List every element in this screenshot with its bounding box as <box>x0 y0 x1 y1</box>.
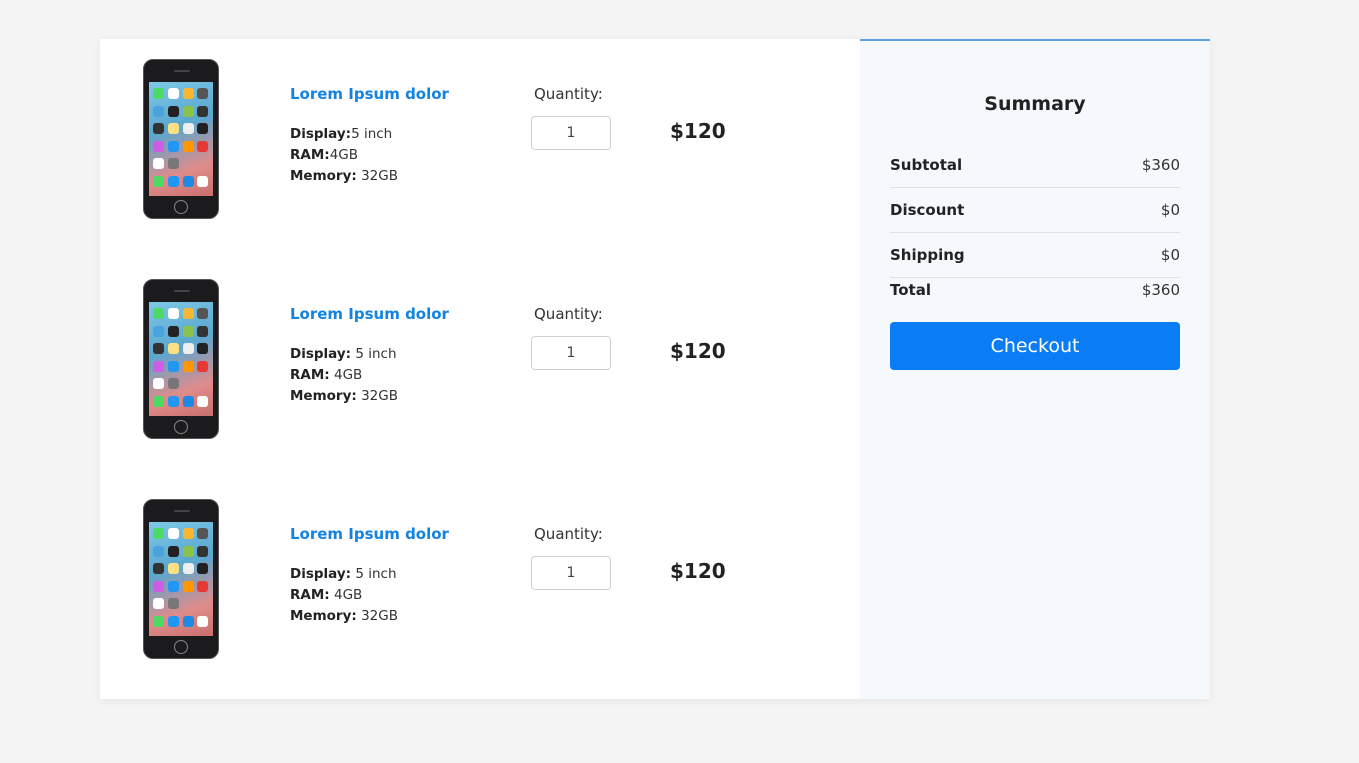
divider <box>890 232 1180 233</box>
summary-label: Subtotal <box>890 156 963 174</box>
product-specs: Display:5 inch RAM:4GB Memory: 32GB <box>290 124 398 187</box>
quantity-input[interactable] <box>531 116 611 150</box>
cart-item: Lorem Ipsum dolor Display: 5 inch RAM: 4… <box>100 259 860 439</box>
order-summary-panel: Summary Subtotal $360 Discount $0 Shippi… <box>860 39 1210 699</box>
summary-label: Shipping <box>890 246 965 264</box>
spec-ram: RAM: 4GB <box>290 367 363 383</box>
product-specs: Display: 5 inch RAM: 4GB Memory: 32GB <box>290 344 398 407</box>
quantity-label: Quantity: <box>534 305 603 323</box>
summary-value: $0 <box>1160 246 1180 264</box>
checkout-button[interactable]: Checkout <box>890 322 1180 370</box>
summary-row-total: Total $360 <box>890 281 1180 299</box>
product-specs: Display: 5 inch RAM: 4GB Memory: 32GB <box>290 564 398 627</box>
summary-row-discount: Discount $0 <box>890 201 1180 219</box>
cart-item: Lorem Ipsum dolor Display: 5 inch RAM: 4… <box>100 479 860 659</box>
spec-ram: RAM: 4GB <box>290 587 363 603</box>
quantity-input[interactable] <box>531 556 611 590</box>
product-image <box>143 499 219 659</box>
product-image <box>143 279 219 439</box>
item-price: $120 <box>670 339 726 363</box>
spec-memory: Memory: 32GB <box>290 168 398 184</box>
phone-icon <box>143 499 219 659</box>
spec-memory: Memory: 32GB <box>290 608 398 624</box>
summary-row-shipping: Shipping $0 <box>890 246 1180 264</box>
summary-label: Total <box>890 281 931 299</box>
cart-card: Lorem Ipsum dolor Display:5 inch RAM:4GB… <box>100 39 1210 699</box>
quantity-label: Quantity: <box>534 85 603 103</box>
item-price: $120 <box>670 119 726 143</box>
spec-ram: RAM:4GB <box>290 147 358 163</box>
spec-memory: Memory: 32GB <box>290 388 398 404</box>
product-image <box>143 59 219 219</box>
cart-items-list: Lorem Ipsum dolor Display:5 inch RAM:4GB… <box>100 39 860 699</box>
summary-title: Summary <box>984 93 1086 115</box>
cart-item: Lorem Ipsum dolor Display:5 inch RAM:4GB… <box>100 39 860 219</box>
phone-icon <box>143 59 219 219</box>
spec-display: Display: 5 inch <box>290 566 397 582</box>
spec-display: Display:5 inch <box>290 126 393 142</box>
product-title-link[interactable]: Lorem Ipsum dolor <box>290 525 449 543</box>
summary-value: $360 <box>1141 281 1180 299</box>
quantity-input[interactable] <box>531 336 611 370</box>
divider <box>890 277 1180 278</box>
product-title-link[interactable]: Lorem Ipsum dolor <box>290 85 449 103</box>
summary-value: $360 <box>1141 156 1180 174</box>
quantity-label: Quantity: <box>534 525 603 543</box>
divider <box>890 187 1180 188</box>
product-title-link[interactable]: Lorem Ipsum dolor <box>290 305 449 323</box>
summary-label: Discount <box>890 201 965 219</box>
summary-row-subtotal: Subtotal $360 <box>890 156 1180 174</box>
phone-icon <box>143 279 219 439</box>
summary-value: $0 <box>1160 201 1180 219</box>
spec-display: Display: 5 inch <box>290 346 397 362</box>
item-price: $120 <box>670 559 726 583</box>
